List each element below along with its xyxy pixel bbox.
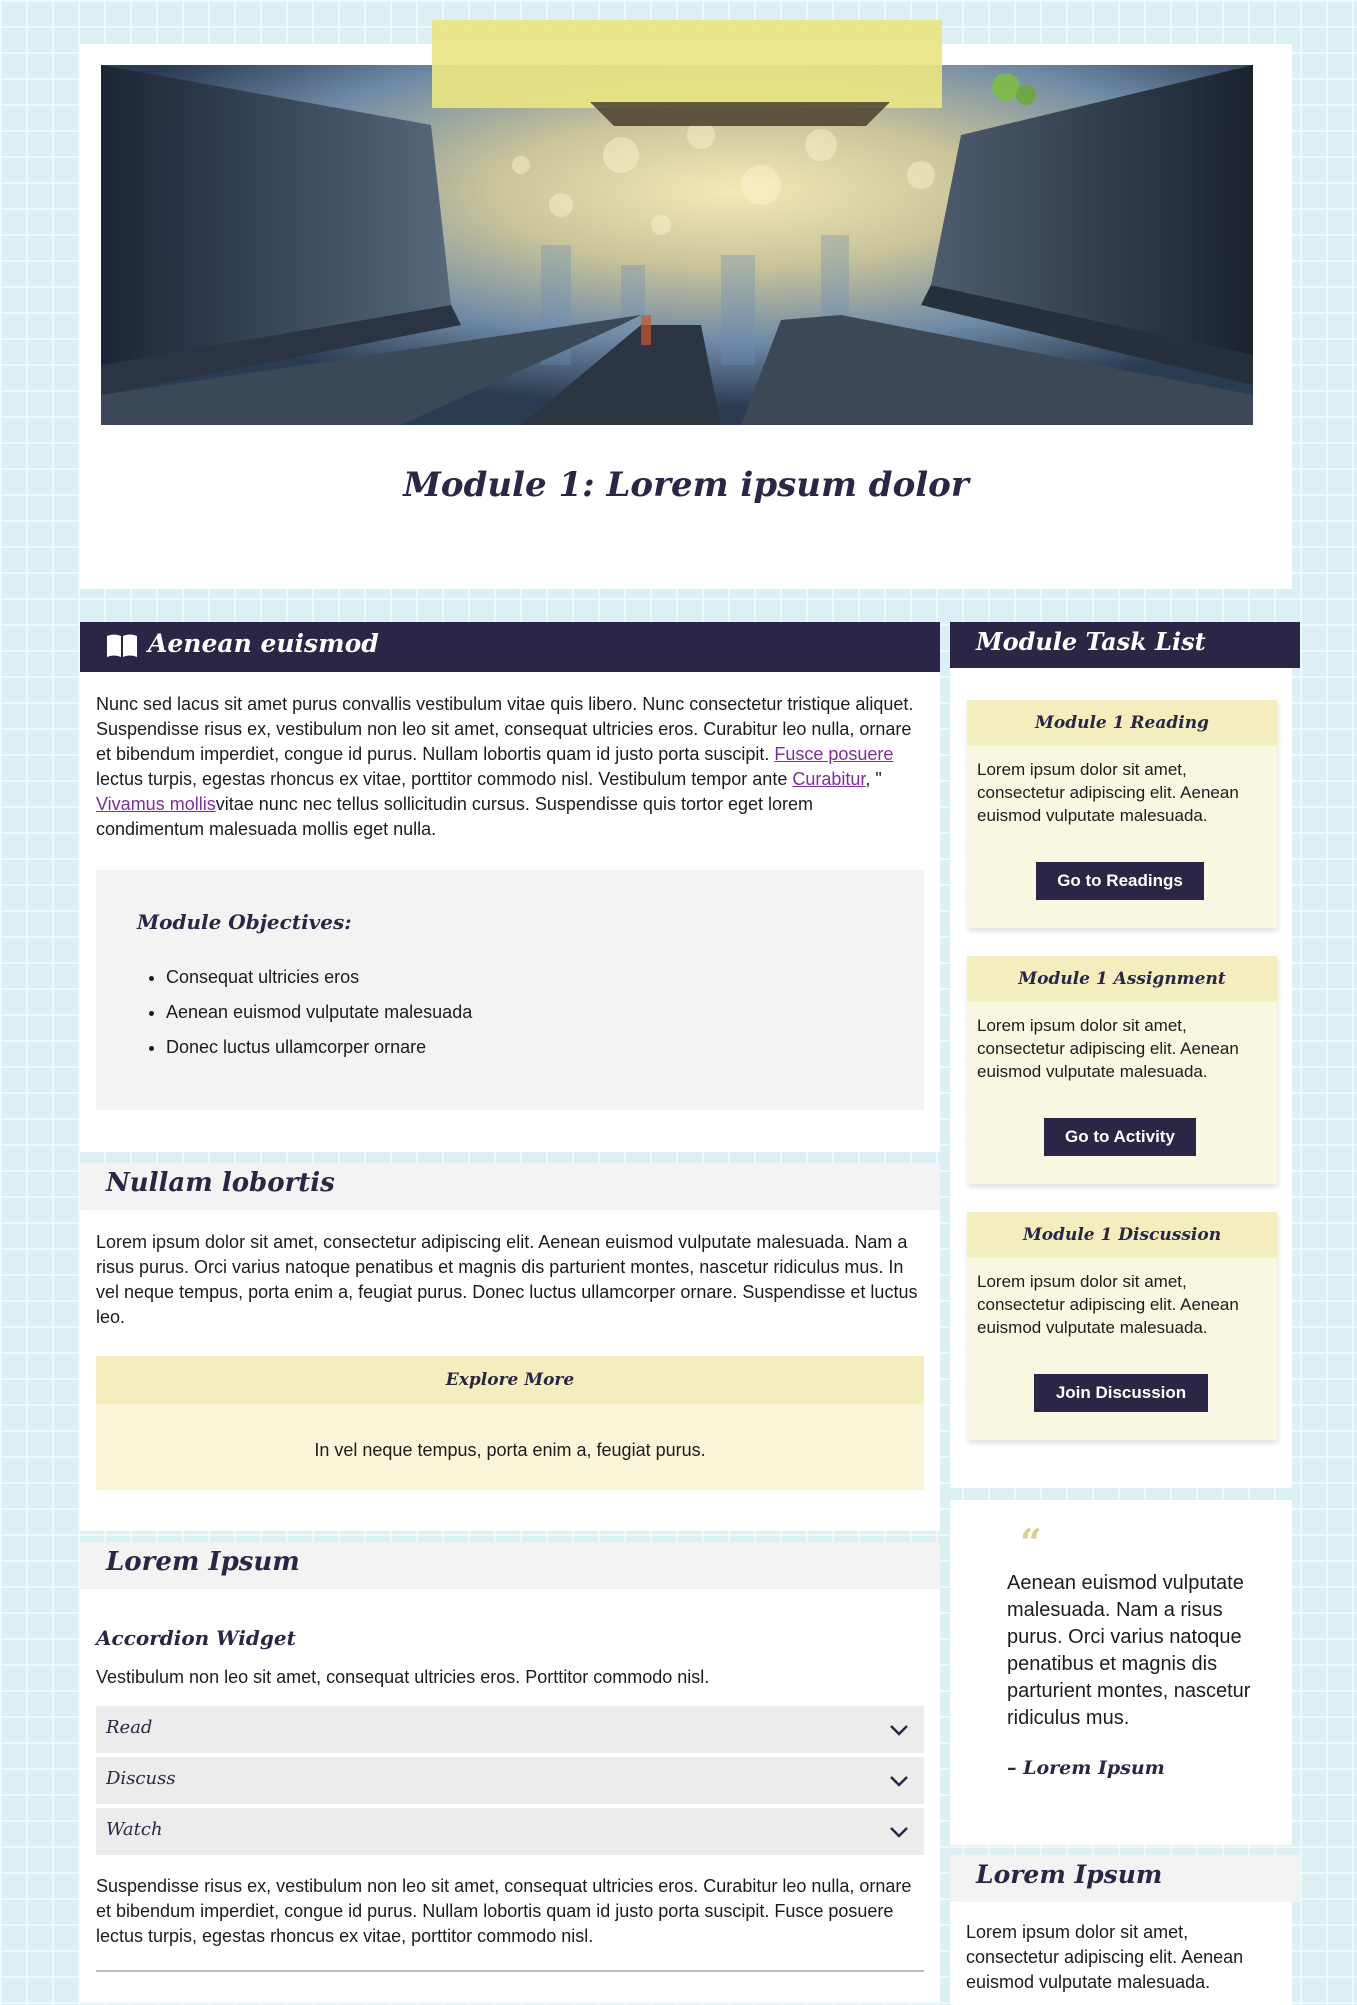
- quote-author: – Lorem Ipsum: [1007, 1757, 1165, 1779]
- quote-text: Aenean euismod vulputate malesuada. Nam …: [1007, 1572, 1251, 1729]
- quote-mark-icon: “: [1020, 1520, 1042, 1565]
- accordion-description: Vestibulum non leo sit amet, consequat u…: [96, 1667, 710, 1687]
- accordion-label: Read: [106, 1717, 153, 1738]
- accordion-title: Accordion Widget: [96, 1626, 296, 1650]
- task-text: Lorem ipsum dolor sit amet, consectetur …: [977, 760, 1239, 825]
- task-title: Module 1 Discussion: [967, 1212, 1277, 1258]
- text-span: lectus turpis, egestas rhoncus ex vitae,…: [96, 769, 793, 789]
- link-curabitur[interactable]: Curabitur: [792, 769, 865, 789]
- explore-more-text: In vel neque tempus, porta enim a, feugi…: [314, 1440, 706, 1460]
- objective-item: Aenean euismod vulputate malesuada: [166, 995, 472, 1030]
- link-vivamus-mollis[interactable]: Vivamus mollis: [96, 794, 216, 814]
- accordion-label: Watch: [106, 1819, 163, 1840]
- task-card-discussion: Module 1 Discussion Lorem ipsum dolor si…: [967, 1212, 1277, 1440]
- section-lorem-title: Lorem Ipsum: [106, 1547, 300, 1577]
- accordion-item-watch[interactable]: Watch: [96, 1808, 924, 1857]
- task-text: Lorem ipsum dolor sit amet, consectetur …: [977, 1016, 1239, 1081]
- task-title: Module 1 Assignment: [967, 956, 1277, 1002]
- link-fusce-posuere[interactable]: Fusce posuere: [774, 744, 893, 764]
- book-open-icon: [105, 633, 139, 659]
- tape-shadow: [590, 102, 890, 126]
- task-card-assignment: Module 1 Assignment Lorem ipsum dolor si…: [967, 956, 1277, 1184]
- objectives-list: Consequat ultricies eros Aenean euismod …: [137, 960, 472, 1065]
- task-text: Lorem ipsum dolor sit amet, consectetur …: [977, 1272, 1239, 1337]
- objectives-title: Module Objectives:: [137, 910, 352, 934]
- washi-tape: [432, 20, 942, 108]
- task-card-reading: Module 1 Reading Lorem ipsum dolor sit a…: [967, 700, 1277, 928]
- sidebar-lorem-text: Lorem ipsum dolor sit amet, consectetur …: [966, 1922, 1244, 1992]
- objective-item: Donec luctus ullamcorper ornare: [166, 1030, 472, 1065]
- chevron-down-icon: [890, 1725, 908, 1736]
- chevron-down-icon: [890, 1827, 908, 1838]
- section-overview-text: Nunc sed lacus sit amet purus convallis …: [96, 692, 926, 842]
- accordion-label: Discuss: [106, 1768, 176, 1789]
- go-to-readings-button[interactable]: Go to Readings: [1036, 862, 1204, 900]
- objective-item: Consequat ultricies eros: [166, 960, 472, 995]
- go-to-activity-button[interactable]: Go to Activity: [1044, 1118, 1196, 1156]
- accordion-item-read[interactable]: Read: [96, 1706, 924, 1755]
- page-title: Module 1: Lorem ipsum dolor: [403, 465, 969, 505]
- join-discussion-button[interactable]: Join Discussion: [1034, 1374, 1208, 1412]
- sidebar-lorem-title: Lorem Ipsum: [976, 1860, 1163, 1889]
- section-nullam-text: Lorem ipsum dolor sit amet, consectetur …: [96, 1232, 918, 1327]
- section-nullam-title: Nullam lobortis: [106, 1168, 335, 1198]
- section-overview-title: Aenean euismod: [148, 629, 379, 658]
- task-title: Module 1 Reading: [967, 700, 1277, 746]
- text-span: , ": [865, 769, 882, 789]
- task-list-title: Module Task List: [976, 627, 1206, 656]
- section-lorem-text: Suspendisse risus ex, vestibulum non leo…: [96, 1876, 912, 1946]
- divider: [96, 1970, 924, 1972]
- accordion-item-discuss[interactable]: Discuss: [96, 1757, 924, 1806]
- explore-more-title: Explore More: [96, 1356, 924, 1404]
- chevron-down-icon: [890, 1776, 908, 1787]
